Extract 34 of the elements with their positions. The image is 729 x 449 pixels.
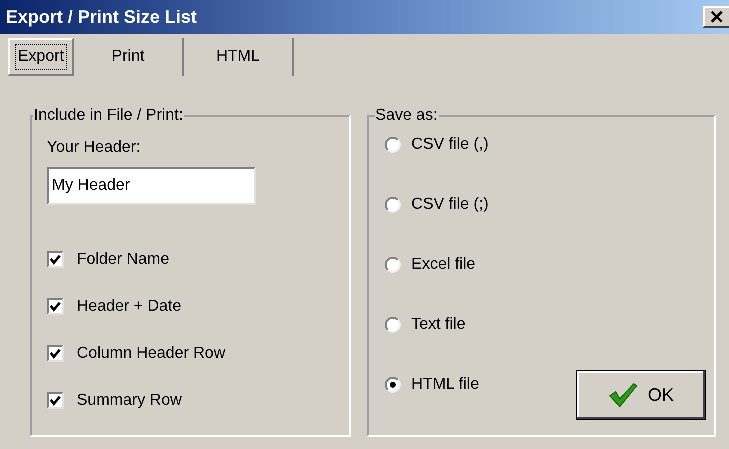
tab[interactable]: Print bbox=[74, 38, 184, 76]
check-icon bbox=[50, 396, 61, 406]
window-title: Export / Print Size List bbox=[6, 6, 198, 29]
radio-button[interactable] bbox=[384, 376, 401, 392]
group-label: Save as: bbox=[374, 106, 439, 126]
ok-button[interactable]: OK bbox=[576, 370, 706, 420]
check-icon bbox=[50, 254, 61, 264]
radio-button[interactable] bbox=[384, 136, 401, 152]
checkbox[interactable] bbox=[47, 345, 64, 362]
check-icon bbox=[50, 302, 61, 312]
radio-label: Text file bbox=[412, 314, 466, 334]
checkbox-label: Header + Date bbox=[77, 296, 182, 316]
checkmark-icon bbox=[608, 382, 638, 408]
radio-label: CSV file (;) bbox=[412, 194, 489, 214]
tab[interactable]: HTML bbox=[184, 38, 294, 76]
radio-button[interactable] bbox=[384, 196, 401, 212]
radio-label: HTML file bbox=[412, 374, 480, 394]
tab[interactable]: Export bbox=[8, 38, 74, 76]
checkbox[interactable] bbox=[47, 298, 64, 315]
checkbox-label: Summary Row bbox=[77, 390, 182, 410]
header-input[interactable]: My Header bbox=[47, 167, 256, 205]
checkbox-label: Folder Name bbox=[77, 250, 170, 270]
radio-button[interactable] bbox=[384, 256, 401, 272]
close-button[interactable] bbox=[703, 6, 729, 28]
checkbox[interactable] bbox=[47, 251, 64, 268]
radio-button[interactable] bbox=[384, 316, 401, 332]
checkbox-label: Column Header Row bbox=[77, 344, 226, 364]
check-icon bbox=[50, 348, 61, 358]
radio-label: Excel file bbox=[412, 254, 476, 274]
group-label: Include in File / Print: bbox=[33, 106, 184, 126]
radio-label: CSV file (,) bbox=[412, 134, 489, 154]
close-icon bbox=[710, 10, 724, 24]
checkbox[interactable] bbox=[47, 392, 64, 409]
field-label: Your Header: bbox=[47, 138, 142, 158]
